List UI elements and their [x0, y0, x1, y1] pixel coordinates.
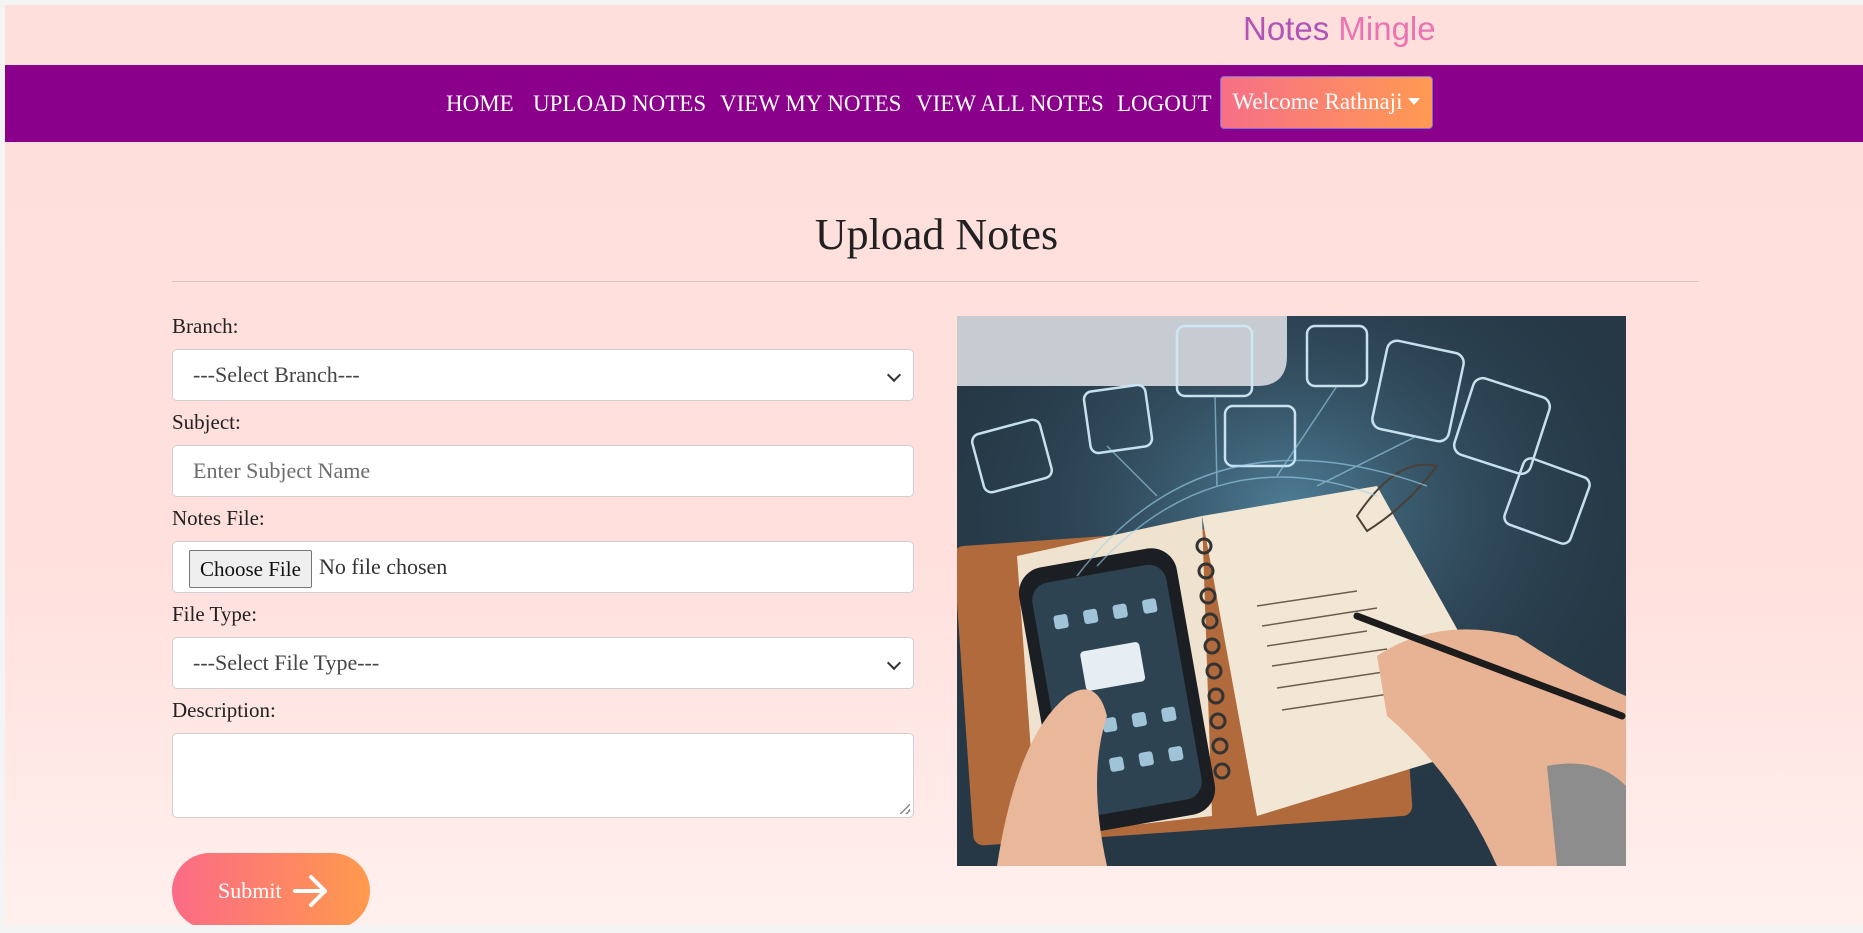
- chevron-down-icon: [886, 655, 902, 671]
- notes-illustration: [957, 316, 1626, 866]
- brand-part-notes: Notes: [1243, 10, 1330, 47]
- brand-logo[interactable]: Notes Mingle: [1243, 5, 1436, 53]
- user-menu-button[interactable]: Welcome Rathnaji: [1220, 76, 1433, 129]
- subject-input[interactable]: Enter Subject Name: [172, 445, 914, 497]
- navbar: HOME UPLOAD NOTES VIEW MY NOTES VIEW ALL…: [5, 65, 1863, 142]
- branch-label: Branch:: [172, 314, 239, 338]
- file-status-text: No file chosen: [319, 554, 448, 579]
- file-type-label: File Type:: [172, 602, 258, 626]
- user-menu-label: Welcome Rathnaji: [1232, 89, 1403, 114]
- branch-select-value: ---Select Branch---: [193, 362, 360, 387]
- resize-grip-icon[interactable]: [900, 804, 910, 814]
- submit-button[interactable]: Submit: [172, 853, 370, 925]
- nav-home[interactable]: HOME: [446, 65, 514, 142]
- notes-file-input[interactable]: Choose File No file chosen: [172, 541, 914, 593]
- nav-logout[interactable]: LOGOUT: [1117, 65, 1212, 142]
- description-label: Description:: [172, 698, 276, 722]
- title-divider: [172, 281, 1699, 282]
- caret-down-icon: [1408, 98, 1421, 106]
- file-type-select-value: ---Select File Type---: [193, 650, 380, 675]
- page-title: Upload Notes: [814, 210, 1059, 259]
- choose-file-button[interactable]: Choose File: [189, 550, 312, 588]
- brand-part-mingle: Mingle: [1338, 10, 1436, 47]
- branch-select[interactable]: ---Select Branch---: [172, 349, 914, 401]
- subject-label: Subject:: [172, 410, 241, 434]
- illustration-svg: [957, 316, 1626, 866]
- nav-view-all-notes[interactable]: VIEW ALL NOTES: [916, 65, 1104, 142]
- subject-placeholder: Enter Subject Name: [193, 458, 371, 483]
- chevron-down-icon: [886, 367, 902, 383]
- description-textarea[interactable]: [172, 733, 914, 818]
- arrow-right-icon: [293, 875, 327, 907]
- page-frame: Notes Mingle HOME UPLOAD NOTES VIEW MY N…: [5, 5, 1863, 925]
- file-type-select[interactable]: ---Select File Type---: [172, 637, 914, 689]
- nav-view-my-notes[interactable]: VIEW MY NOTES: [720, 65, 901, 142]
- submit-label: Submit: [218, 878, 282, 903]
- notes-file-label: Notes File:: [172, 506, 265, 530]
- nav-upload-notes[interactable]: UPLOAD NOTES: [533, 65, 706, 142]
